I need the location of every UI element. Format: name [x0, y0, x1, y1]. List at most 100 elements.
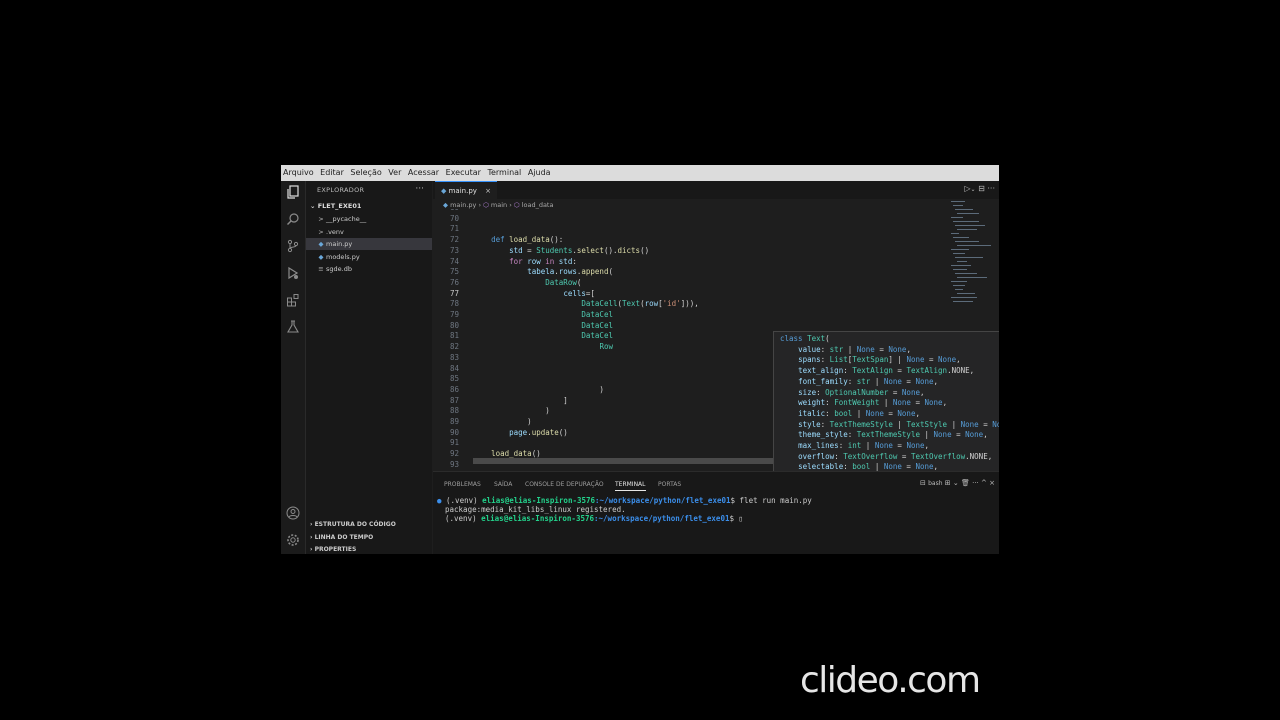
section-properties[interactable]: › PROPERTIES [310, 546, 356, 553]
more-actions-icon[interactable]: ··· [972, 479, 979, 487]
trash-icon[interactable]: 🗑 [961, 479, 970, 487]
panel-tab-debug-console[interactable]: CONSOLE DE DEPURAÇÃO [525, 481, 604, 488]
minimap-line [953, 301, 973, 302]
line-number: 89 [449, 417, 459, 426]
menu-terminal[interactable]: Terminal [485, 168, 523, 177]
editor-area: ◆ main.py × ▷⌄ ⊟ ··· ◆ main.py › ⬡ main … [433, 181, 999, 473]
minimap-line [955, 289, 963, 290]
signature-line: style: TextThemeStyle | TextStyle | None… [798, 419, 999, 429]
terminal-line: ● (.venv) elias@elias-Inspiron-3576:~/wo… [437, 496, 812, 505]
panel-tab-ports[interactable]: PORTAS [658, 481, 681, 488]
terminal-icon: ⊟ [919, 479, 926, 487]
terminal-output: package:media_kit_libs_linux registered. [445, 505, 626, 514]
menu-acessar[interactable]: Acessar [406, 168, 441, 177]
line-number: 73 [449, 245, 459, 255]
line-number: 84 [449, 363, 459, 373]
menu-ajuda[interactable]: Ajuda [526, 168, 553, 177]
venv-prefix: (.venv) [445, 514, 482, 523]
minimap-line [953, 237, 969, 238]
signature-line: overflow: TextOverflow = TextOverflow.NO… [798, 451, 993, 461]
code-line: Row [599, 342, 613, 352]
chevron-right-icon: > [318, 215, 324, 223]
chevron-down-icon[interactable]: ⌄ [953, 479, 959, 487]
more-actions-icon[interactable]: ··· [987, 184, 995, 193]
files-icon[interactable] [284, 185, 302, 203]
signature-line: weight: FontWeight | None = None, [798, 398, 948, 408]
terminal-shell-label[interactable]: bash [928, 480, 942, 487]
split-editor-icon[interactable]: ⊟ [978, 184, 985, 193]
tab-main-py[interactable]: ◆ main.py × [435, 181, 497, 199]
explorer-sidebar: EXPLORADOR ··· ⌄ FLET_EXE01 > __pycache__… [306, 181, 432, 554]
line-number: 78 [449, 299, 459, 309]
run-debug-icon[interactable] [284, 266, 302, 284]
search-icon[interactable] [284, 212, 302, 230]
editor-actions: ▷⌄ ⊟ ··· [964, 184, 995, 193]
line-number: 87 [449, 395, 459, 405]
menu-ver[interactable]: Ver [386, 168, 403, 177]
code-line: ) [473, 417, 532, 426]
section-outline[interactable]: › ESTRUTURA DO CÓDIGO [310, 521, 396, 528]
tree-item-pycache[interactable]: > __pycache__ [306, 213, 432, 225]
signature-line: class Text( [780, 334, 830, 343]
breadcrumb-symbol[interactable]: load_data [522, 201, 554, 209]
menu-selecao[interactable]: Seleção [348, 168, 383, 177]
activity-bar [281, 181, 306, 554]
close-tab-icon[interactable]: × [485, 182, 491, 200]
minimap-line [957, 293, 975, 294]
code-line: std = Students.select().dicts() [509, 245, 650, 255]
close-panel-icon[interactable]: × [989, 479, 995, 487]
section-timeline[interactable]: › LINHA DO TEMPO [310, 534, 373, 541]
extensions-icon[interactable] [284, 293, 302, 311]
minimap-line [951, 297, 977, 298]
code-line: ) [473, 384, 604, 394]
breadcrumb-file[interactable]: main.py [450, 201, 476, 209]
source-control-icon[interactable] [284, 239, 302, 257]
testing-icon[interactable] [284, 320, 302, 338]
tree-item-label: __pycache__ [326, 215, 367, 223]
line-number: 85 [449, 374, 459, 384]
chevron-down-icon[interactable]: ⌄ [971, 186, 976, 193]
menu-executar[interactable]: Executar [444, 168, 483, 177]
minimap-line [953, 221, 979, 222]
minimap[interactable] [947, 201, 999, 321]
signature-line: font_family: str | None = None, [798, 376, 939, 386]
terminal-user: elias@elias-Inspiron-3576 [481, 514, 595, 523]
chevron-up-icon[interactable]: ^ [981, 479, 987, 487]
menu-editar[interactable]: Editar [318, 168, 346, 177]
python-file-icon: ◆ [441, 187, 449, 195]
project-folder[interactable]: ⌄ FLET_EXE01 [310, 202, 361, 210]
line-number: 79 [449, 310, 459, 319]
signature-line: italic: bool | None = None, [798, 408, 920, 418]
tree-item-models-py[interactable]: ◆ models.py [306, 251, 432, 263]
dot-icon: ● [437, 496, 442, 505]
tree-item-venv[interactable]: > .venv [306, 226, 432, 238]
code-line: for row in std: [509, 256, 577, 266]
line-number: 86 [449, 384, 459, 394]
tree-item-main-py[interactable]: ◆ main.py [306, 238, 432, 250]
minimap-line [951, 217, 963, 218]
hover-tooltip: class Text( value: str | None = None, sp… [773, 331, 999, 473]
panel-tab-problems[interactable]: PROBLEMAS [444, 481, 481, 488]
minimap-line [955, 273, 977, 274]
panel-tab-terminal[interactable]: TERMINAL [615, 481, 646, 491]
split-terminal-icon[interactable]: ⊞ [945, 479, 951, 487]
terminal-line[interactable]: (.venv) elias@elias-Inspiron-3576:~/work… [445, 514, 743, 523]
minimap-line [957, 245, 991, 246]
settings-gear-icon[interactable] [284, 533, 302, 551]
more-actions-icon[interactable]: ··· [415, 184, 424, 194]
tree-item-label: main.py [326, 240, 353, 248]
minimap-line [955, 209, 973, 210]
chevron-right-icon: > [318, 228, 324, 236]
tree-item-sgde-db[interactable]: ≡ sgde.db [306, 263, 432, 275]
minimap-line [953, 205, 963, 206]
panel-tab-output[interactable]: SAÍDA [494, 481, 512, 488]
function-icon: ⬡ [513, 201, 520, 209]
menu-arquivo[interactable]: Arquivo [281, 168, 316, 177]
account-icon[interactable] [284, 506, 302, 524]
line-number: 90 [449, 427, 459, 437]
section-label: PROPERTIES [314, 546, 357, 553]
line-number: 93 [449, 459, 459, 469]
explorer-title: EXPLORADOR [317, 186, 365, 194]
breadcrumb-symbol[interactable]: main [491, 201, 507, 209]
signature-line: text_align: TextAlign = TextAlign.NONE, [798, 366, 975, 376]
